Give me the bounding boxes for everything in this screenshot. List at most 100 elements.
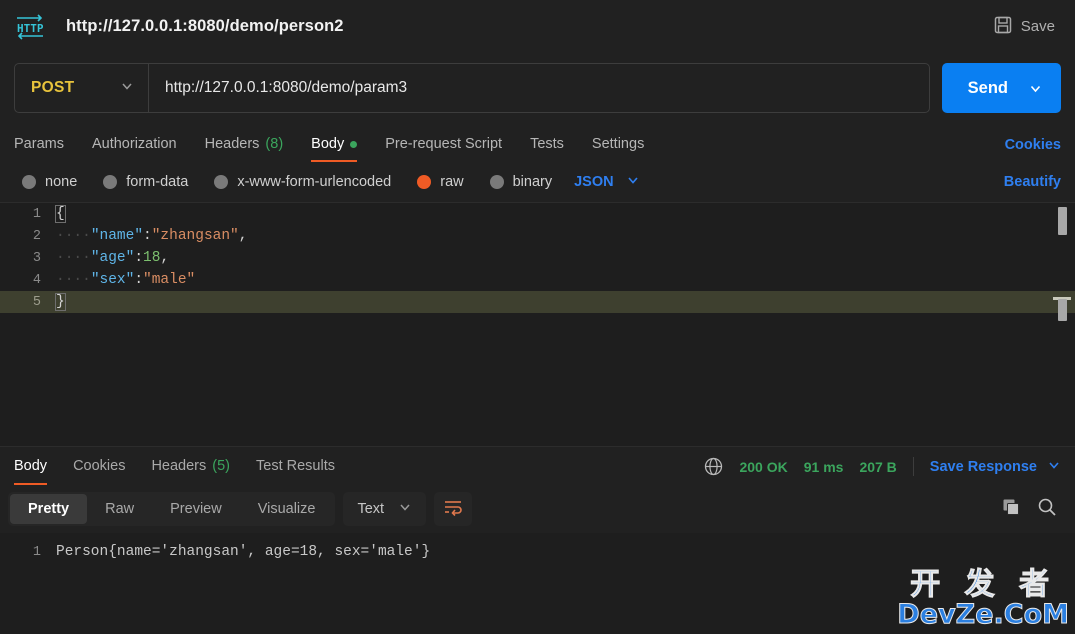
request-tabs: Params Authorization Headers (8) Body Pr… (0, 125, 1075, 162)
code-line-active: 5 } (0, 291, 1075, 313)
copy-button[interactable] (997, 495, 1025, 523)
body-type-row: none form-data x-www-form-urlencoded raw… (0, 162, 1075, 202)
save-button-label: Save (1020, 18, 1055, 35)
view-mode-raw[interactable]: Raw (87, 494, 152, 524)
response-tab-body[interactable]: Body (14, 447, 60, 485)
tab-params-label: Params (14, 136, 64, 152)
send-button[interactable]: Send (941, 63, 1061, 113)
editor-scrollbar-thumb-secondary[interactable] (1058, 299, 1067, 321)
body-type-urlencoded-label: x-www-form-urlencoded (237, 174, 392, 190)
body-type-binary-label: binary (512, 174, 553, 190)
body-modified-dot-icon (350, 140, 358, 148)
tab-params[interactable]: Params (14, 126, 78, 162)
code-line: 4 ····"sex":"male" (0, 269, 1075, 291)
response-tab-test-results[interactable]: Test Results (243, 447, 348, 485)
tab-body[interactable]: Body (297, 126, 371, 162)
line-number: 1 (32, 206, 41, 222)
request-title: http://127.0.0.1:8080/demo/person2 (66, 17, 344, 35)
code-line: 1 { (0, 203, 1075, 225)
code-line: 3 ····"age":18, (0, 247, 1075, 269)
body-type-none[interactable]: none (22, 174, 77, 190)
response-body-text: Person{name='zhangsan', age=18, sex='mal… (56, 544, 431, 560)
response-format-label: Text (357, 501, 385, 517)
method-selector[interactable]: POST (15, 64, 149, 112)
send-button-label: Send (967, 78, 1008, 97)
url-input[interactable] (149, 64, 929, 112)
line-number: 5 (32, 294, 41, 310)
tab-headers[interactable]: Headers (8) (191, 126, 298, 162)
body-type-binary[interactable]: binary (489, 174, 553, 190)
save-response-button[interactable]: Save Response (930, 458, 1061, 476)
code-text: ····"sex":"male" (56, 272, 196, 288)
body-type-form-data[interactable]: form-data (103, 174, 188, 190)
url-row: POST Send (0, 53, 1075, 125)
response-view-modes: Pretty Raw Preview Visualize (8, 492, 336, 526)
chevron-down-icon (120, 79, 134, 98)
floppy-disk-icon (994, 16, 1012, 38)
response-tab-cookies[interactable]: Cookies (60, 447, 138, 485)
body-format-selector[interactable]: JSON (574, 173, 640, 191)
response-meta: 200 OK 91 ms 207 B Save Response (704, 457, 1061, 485)
request-body-editor[interactable]: 1 { 2 ····"name":"zhangsan", 3 ····"age"… (0, 202, 1075, 446)
word-wrap-icon (443, 498, 463, 521)
code-text: } (55, 293, 66, 311)
response-format-selector[interactable]: Text (343, 492, 427, 526)
tab-headers-label: Headers (204, 136, 260, 152)
method-label: POST (31, 79, 75, 96)
body-type-none-label: none (45, 174, 78, 190)
tab-tests-label: Tests (530, 136, 564, 152)
body-format-label: JSON (574, 174, 614, 190)
view-mode-pretty[interactable]: Pretty (10, 494, 88, 524)
response-tab-headers-count: (5) (212, 458, 230, 474)
response-tab-cookies-label: Cookies (73, 458, 126, 474)
radio-selected-icon (417, 175, 432, 189)
radio-icon (214, 175, 229, 189)
chevron-down-icon (1047, 458, 1061, 476)
body-type-form-data-label: form-data (126, 174, 189, 190)
line-number: 3 (32, 250, 41, 266)
word-wrap-button[interactable] (434, 492, 473, 526)
globe-icon (704, 457, 723, 476)
view-mode-visualize-label: Visualize (257, 501, 316, 517)
line-number: 4 (32, 272, 41, 288)
tab-headers-count: (8) (265, 136, 284, 152)
http-icon: HTTP (14, 13, 46, 40)
divider (912, 457, 914, 476)
chevron-down-icon (398, 500, 412, 518)
tab-pre-request-script-label: Pre-request Script (385, 136, 503, 152)
radio-icon (22, 175, 36, 189)
view-mode-preview[interactable]: Preview (152, 494, 240, 524)
response-tab-headers-label: Headers (151, 458, 207, 474)
radio-icon (489, 175, 504, 189)
send-options-chevron-down-icon[interactable] (1024, 81, 1061, 96)
url-group: POST (14, 63, 930, 113)
tab-pre-request-script[interactable]: Pre-request Script (371, 126, 516, 162)
tab-tests[interactable]: Tests (516, 126, 578, 162)
response-status: 200 OK (739, 458, 788, 475)
code-text: ····"name":"zhangsan", (56, 228, 248, 244)
tab-settings[interactable]: Settings (578, 126, 658, 162)
response-tab-headers[interactable]: Headers (5) (138, 447, 243, 485)
tab-authorization[interactable]: Authorization (78, 126, 191, 162)
line-number: 1 (32, 544, 41, 560)
tab-authorization-label: Authorization (91, 136, 177, 152)
watermark-en: DevZe.CoM (897, 599, 1070, 630)
editor-scrollbar-thumb[interactable] (1058, 207, 1067, 235)
code-text: { (55, 205, 66, 223)
response-body-viewer[interactable]: 1 Person{name='zhangsan', age=18, sex='m… (0, 533, 1075, 605)
save-button[interactable]: Save (990, 12, 1059, 42)
body-type-urlencoded[interactable]: x-www-form-urlencoded (214, 174, 391, 190)
view-mode-pretty-label: Pretty (28, 501, 70, 517)
view-mode-visualize[interactable]: Visualize (240, 494, 334, 524)
body-type-raw[interactable]: raw (417, 174, 464, 190)
save-response-label: Save Response (929, 458, 1037, 475)
code-text: ····"age":18, (56, 250, 170, 266)
search-button[interactable] (1033, 495, 1061, 523)
response-size: 207 B (859, 458, 897, 475)
request-header-bar: HTTP http://127.0.0.1:8080/demo/person2 … (0, 0, 1075, 53)
copy-icon (1001, 497, 1021, 522)
cookies-link[interactable]: Cookies (1005, 137, 1061, 162)
beautify-link[interactable]: Beautify (1004, 174, 1061, 190)
radio-icon (103, 175, 118, 189)
code-line: 2 ····"name":"zhangsan", (0, 225, 1075, 247)
